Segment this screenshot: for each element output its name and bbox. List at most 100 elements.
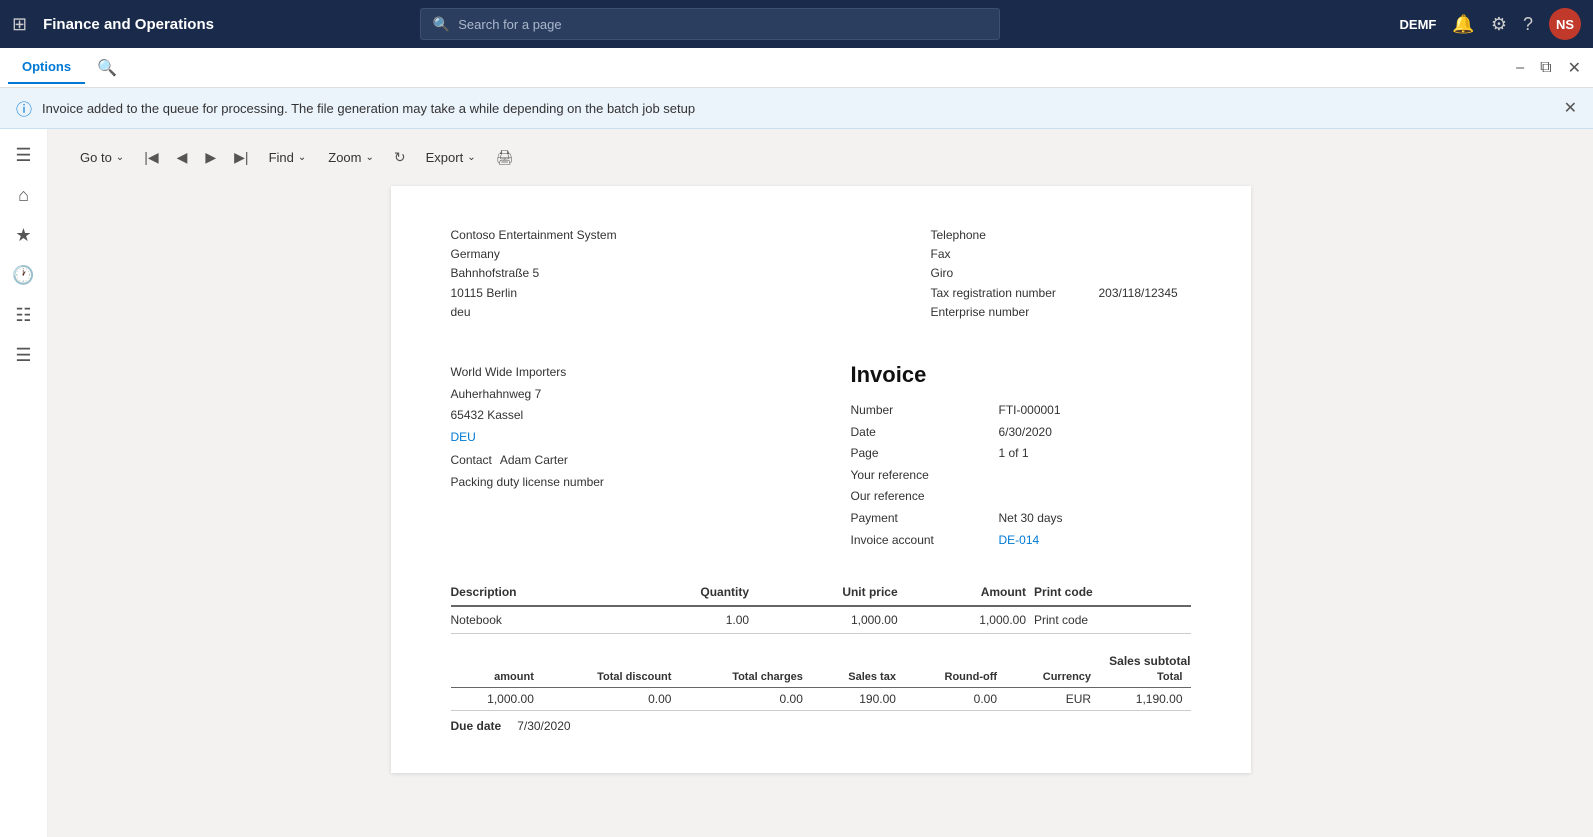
contact-value: Adam Carter: [500, 450, 568, 472]
totals-row: 1,000.00 0.00 0.00 190.00 0.00 EUR 1,190…: [451, 688, 1191, 711]
invoice-ourref-label: Our reference: [851, 486, 991, 508]
tab-search-icon[interactable]: 🔍: [89, 54, 125, 82]
gear-icon[interactable]: ⚙: [1491, 14, 1507, 35]
pin-icon[interactable]: ⎯: [1512, 55, 1528, 81]
due-date-label: Due date: [451, 719, 502, 733]
col-total-header: Total: [1099, 668, 1190, 688]
grid-icon[interactable]: ⊞: [12, 14, 27, 35]
customer-info: World Wide Importers Auherhahnweg 7 6543…: [451, 362, 604, 551]
help-icon[interactable]: ?: [1523, 14, 1533, 35]
tab-bar-right: ⎯ ⧉ ✕: [1512, 54, 1585, 82]
giro-row: Giro: [931, 264, 1191, 283]
sidebar-workspaces-icon[interactable]: ☷: [6, 297, 42, 333]
sidebar-recent-icon[interactable]: 🕐: [6, 257, 42, 293]
invoice-payment-label: Payment: [851, 508, 991, 530]
find-button[interactable]: Find ⌄: [261, 146, 315, 169]
invoice-yourref-row: Your reference: [851, 465, 1191, 487]
nav-prev-button[interactable]: ◀: [171, 145, 194, 170]
company-info: Contoso Entertainment System Germany Bah…: [451, 226, 617, 322]
search-input[interactable]: [458, 17, 987, 32]
fax-row: Fax: [931, 245, 1191, 264]
giro-label: Giro: [931, 264, 1091, 283]
tab-bar: Options 🔍 ⎯ ⧉ ✕: [0, 48, 1593, 88]
sidebar-home-icon[interactable]: ⌂: [6, 177, 42, 213]
packing-label: Packing duty license number: [451, 472, 604, 494]
telephone-label: Telephone: [931, 226, 1091, 245]
export-button[interactable]: Export ⌄: [418, 146, 484, 169]
col-round-off-header: Round-off: [904, 668, 1005, 688]
col-unit-price: Unit price: [757, 581, 906, 606]
line-print-code: Print code: [1034, 606, 1190, 634]
invoice-date-value: 6/30/2020: [999, 422, 1052, 444]
totals-round-off: 0.00: [904, 688, 1005, 711]
report-area: Go to ⌄ |◀ ◀ ▶ ▶| Find ⌄ Zoom ⌄ ↻ Export…: [48, 129, 1593, 837]
notification-text: Invoice added to the queue for processin…: [42, 101, 695, 116]
invoice-account-link[interactable]: DE-014: [999, 530, 1040, 552]
sidebar-favorites-icon[interactable]: ★: [6, 217, 42, 253]
enterprise-label: Enterprise number: [931, 303, 1091, 322]
invoice-page-label: Page: [851, 443, 991, 465]
notification-close-button[interactable]: ✕: [1564, 98, 1577, 118]
zoom-button[interactable]: Zoom ⌄: [320, 146, 382, 169]
app-title: Finance and Operations: [43, 16, 214, 33]
totals-table: amount Total discount Total charges Sale…: [451, 668, 1191, 711]
nav-right: DEMF 🔔 ⚙ ? NS: [1400, 8, 1581, 40]
fax-label: Fax: [931, 245, 1091, 264]
tax-reg-value: 203/118/12345: [1099, 284, 1178, 303]
refresh-button[interactable]: ↻: [388, 145, 412, 170]
company-lang: deu: [451, 303, 617, 322]
invoice-payment-value: Net 30 days: [999, 508, 1063, 530]
info-icon: ⓘ: [16, 96, 32, 120]
zoom-chevron: ⌄: [365, 152, 373, 163]
col-currency-header: Currency: [1005, 668, 1099, 688]
line-unit-price: 1,000.00: [757, 606, 906, 634]
invoice-number-row: Number FTI-000001: [851, 400, 1191, 422]
invoice-date-row: Date 6/30/2020: [851, 422, 1191, 444]
contact-label: Contact: [451, 450, 492, 472]
due-date-row: Due date 7/30/2020: [451, 719, 1191, 733]
line-items-table: Description Quantity Unit price Amount P…: [451, 581, 1191, 634]
company-name: Contoso Entertainment System: [451, 226, 617, 245]
top-navigation: ⊞ Finance and Operations 🔍 DEMF 🔔 ⚙ ? NS: [0, 0, 1593, 48]
main-area: ☰ ⌂ ★ 🕐 ☷ ☰ Go to ⌄ |◀ ◀ ▶ ▶| Find ⌄ Zoo…: [0, 129, 1593, 837]
enterprise-row: Enterprise number: [931, 303, 1191, 322]
col-print-code: Print code: [1034, 581, 1190, 606]
notification-banner: ⓘ Invoice added to the queue for process…: [0, 88, 1593, 129]
sidebar-modules-icon[interactable]: ☰: [6, 337, 42, 373]
col-total-charges-header: Total charges: [679, 668, 810, 688]
totals-section: Sales subtotal amount Total discount Tot…: [451, 654, 1191, 733]
invoice-account-label: Invoice account: [851, 530, 991, 552]
invoice-number-value: FTI-000001: [999, 400, 1061, 422]
goto-button[interactable]: Go to ⌄: [72, 146, 132, 169]
invoice-page-row: Page 1 of 1: [851, 443, 1191, 465]
search-bar[interactable]: 🔍: [420, 8, 1000, 40]
goto-chevron: ⌄: [116, 152, 124, 163]
invoice-yourref-label: Your reference: [851, 465, 991, 487]
bell-icon[interactable]: 🔔: [1452, 14, 1474, 35]
company-country: Germany: [451, 245, 617, 264]
popout-icon[interactable]: ⧉: [1536, 55, 1555, 81]
sidebar-hamburger-icon[interactable]: ☰: [6, 137, 42, 173]
nav-last-button[interactable]: ▶|: [228, 145, 254, 170]
customer-city: 65432 Kassel: [451, 405, 604, 427]
telephone-row: Telephone: [931, 226, 1191, 245]
invoice-ourref-row: Our reference: [851, 486, 1191, 508]
col-total-discount-header: Total discount: [542, 668, 680, 688]
totals-amount: 1,000.00: [451, 688, 542, 711]
close-icon[interactable]: ✕: [1564, 54, 1585, 82]
table-row: Notebook 1.00 1,000.00 1,000.00 Print co…: [451, 606, 1191, 634]
print-button[interactable]: 🖨: [490, 145, 520, 170]
invoice-title: Invoice: [851, 362, 1191, 388]
avatar[interactable]: NS: [1549, 8, 1581, 40]
nav-next-button[interactable]: ▶: [199, 145, 222, 170]
company-city: 10115 Berlin: [451, 284, 617, 303]
invoice-date-label: Date: [851, 422, 991, 444]
tax-reg-row: Tax registration number 203/118/12345: [931, 284, 1191, 303]
company-right-info: Telephone Fax Giro Tax registration numb…: [931, 226, 1191, 322]
col-amount-header: amount: [451, 668, 542, 688]
find-chevron: ⌄: [298, 152, 306, 163]
tab-options[interactable]: Options: [8, 51, 85, 84]
nav-first-button[interactable]: |◀: [138, 145, 164, 170]
customer-country-link[interactable]: DEU: [451, 430, 476, 444]
sales-subtotal-label: Sales subtotal: [1109, 654, 1190, 668]
